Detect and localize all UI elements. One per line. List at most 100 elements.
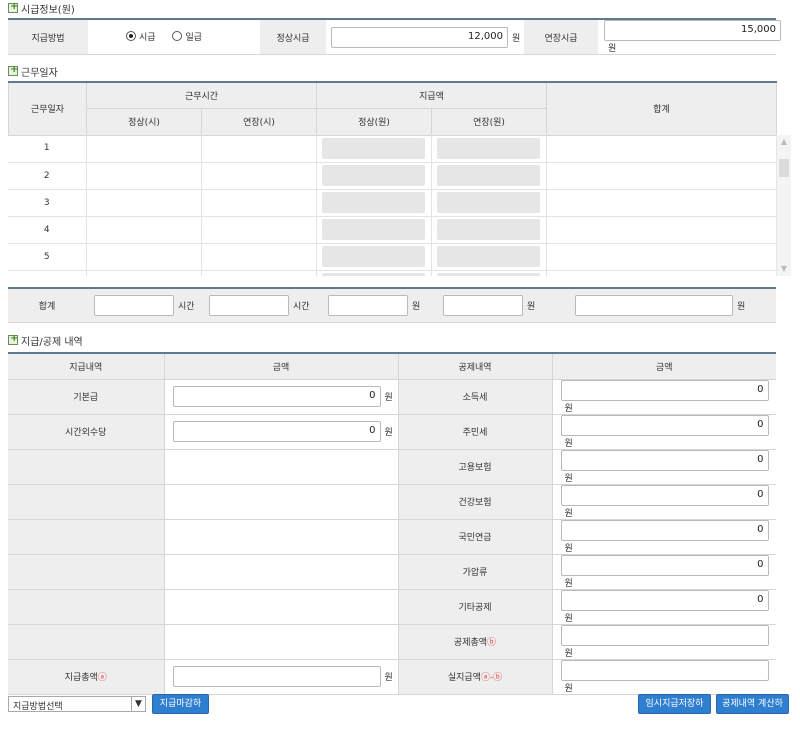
net-pay-input[interactable]: [560, 659, 769, 681]
pay-item-input-cell: 0원: [163, 414, 398, 450]
col-pay-amount: 금액: [163, 353, 398, 380]
table-row: 1: [8, 135, 776, 163]
pay-total-text: 지급총액: [64, 673, 98, 683]
pay-regular-box: [322, 273, 425, 276]
deduction-item-input[interactable]: 0: [560, 519, 769, 541]
regular-rate-input[interactable]: 12,000: [331, 26, 508, 48]
deduction-total-text: 공제총액: [453, 638, 488, 648]
deduction-item-input[interactable]: 0: [560, 414, 769, 436]
total-hours-regular-input[interactable]: [94, 294, 174, 316]
scroll-down-icon[interactable]: ▼: [777, 262, 791, 276]
col-hours-regular: 정상(시): [86, 107, 202, 136]
deduction-item-input[interactable]: 0: [560, 554, 769, 576]
deduction-item-input-cell: 0원: [551, 379, 776, 415]
col-group-hours: 근무시간: [86, 81, 317, 109]
pay-total-input[interactable]: [172, 666, 381, 687]
pay-regular-box: [322, 246, 425, 267]
overtime-rate-label: 연장시급: [524, 19, 598, 55]
deduction-item-input[interactable]: 0: [560, 379, 769, 401]
row-total-cell: [545, 270, 776, 276]
grand-total-input[interactable]: [575, 294, 733, 316]
pay-item-label: [8, 484, 164, 520]
work-days-title: 근무일자: [8, 64, 58, 79]
scroll-thumb[interactable]: [779, 159, 789, 177]
hours-overtime-cell[interactable]: [200, 270, 316, 276]
pay-item-label: [8, 519, 164, 555]
hours-overtime-cell[interactable]: [200, 189, 316, 217]
pay-item-empty: [163, 624, 398, 660]
hours-regular-cell[interactable]: [85, 189, 201, 217]
pay-method-select[interactable]: 지급방법선택 ▼: [8, 696, 146, 712]
mark-b: ⓑ: [487, 638, 497, 648]
unit-won: 원: [384, 393, 393, 403]
work-table-header: 근무일자 근무시간 지급액 합계 정상(시) 연장(시) 정상(원) 연장(원): [8, 81, 777, 136]
pay-total-label: 지급총액ⓐ: [8, 659, 164, 695]
pay-regular-cell: [315, 243, 431, 271]
unit-won: 원: [564, 683, 573, 694]
table-row: 4: [8, 216, 776, 244]
table-row: 5: [8, 243, 776, 271]
col-pay-regular: 정상(원): [316, 107, 432, 136]
deduction-item-input[interactable]: 0: [560, 484, 769, 506]
hours-regular-cell[interactable]: [85, 243, 201, 271]
hours-regular-cell[interactable]: [85, 216, 201, 244]
hours-overtime-cell[interactable]: [200, 216, 316, 244]
pay-item-empty: [163, 554, 398, 590]
pay-regular-cell: [315, 216, 431, 244]
pay-info-table: 지급방법 시급 일급 정상시급 12,000 원 연장시급 15,000 원: [8, 18, 781, 55]
row-total-cell: [545, 216, 776, 244]
pay-overtime-box: [437, 273, 540, 276]
close-pay-button[interactable]: 지급마감하기: [152, 694, 209, 727]
unit-won: 원: [564, 613, 573, 624]
pay-item-input[interactable]: 0: [172, 421, 381, 442]
total-hours-overtime-input[interactable]: [209, 294, 289, 316]
col-deduction-amount: 금액: [551, 353, 776, 380]
unit-won: 원: [564, 543, 573, 554]
temp-save-button[interactable]: 임시지급저장하기: [638, 694, 711, 727]
deduction-item-label: 건강보험: [397, 484, 552, 520]
pay-regular-box: [322, 137, 425, 159]
hours-regular-cell[interactable]: [85, 162, 201, 190]
hours-overtime-cell[interactable]: [200, 135, 316, 163]
pay-overtime-box: [437, 137, 540, 159]
net-pay-input-cell: 원: [551, 659, 776, 695]
overtime-rate-input[interactable]: 15,000: [604, 20, 781, 41]
hours-overtime-cell[interactable]: [200, 162, 316, 190]
total-pay-overtime-input[interactable]: [443, 294, 523, 316]
unit-won: 원: [564, 438, 573, 449]
deduction-item-label: 국민연금: [397, 519, 552, 555]
deduction-total-input[interactable]: [560, 624, 769, 646]
footer-total-label: 합계: [8, 288, 86, 323]
hours-regular-cell[interactable]: [85, 135, 201, 163]
hours-overtime-cell[interactable]: [200, 243, 316, 271]
col-total: 합계: [546, 81, 777, 136]
pay-item-input[interactable]: 0: [172, 386, 381, 407]
deduction-item-input[interactable]: 0: [560, 449, 769, 471]
table-row: 2: [8, 162, 776, 190]
total-pay-regular-input[interactable]: [328, 294, 408, 316]
pay-item-label: [8, 589, 164, 625]
work-table-scrollbar[interactable]: ▲ ▼: [776, 135, 791, 276]
pay-overtime-box: [437, 165, 540, 186]
deduction-item-input-cell: 0원: [551, 519, 776, 555]
hours-regular-cell[interactable]: [85, 270, 201, 276]
pay-deduction-title: 지급/공제 내역: [8, 333, 83, 348]
pay-overtime-cell: [430, 270, 546, 276]
mark-a-minus-b: ⓐ-ⓑ: [480, 673, 503, 683]
radio-daily[interactable]: 일급: [172, 30, 202, 43]
pay-method-label: 지급방법: [8, 19, 88, 55]
deduction-item-input[interactable]: 0: [560, 589, 769, 611]
scroll-up-icon[interactable]: ▲: [777, 135, 791, 149]
pay-regular-box: [322, 219, 425, 240]
deduction-item-input-cell: 0원: [551, 414, 776, 450]
calc-deduction-button[interactable]: 공제내역 계산하기: [716, 694, 789, 727]
pay-overtime-cell: [430, 243, 546, 271]
radio-hourly[interactable]: 시급: [126, 30, 156, 43]
table-row: 가압류 0원: [8, 554, 776, 590]
deduction-item-input-cell: 0원: [551, 589, 776, 625]
radio-unchecked-icon: [172, 31, 183, 42]
unit-won: 원: [512, 33, 521, 44]
work-table-body[interactable]: 123456: [8, 135, 776, 276]
row-total-cell: [545, 243, 776, 271]
row-number: 2: [8, 162, 86, 190]
